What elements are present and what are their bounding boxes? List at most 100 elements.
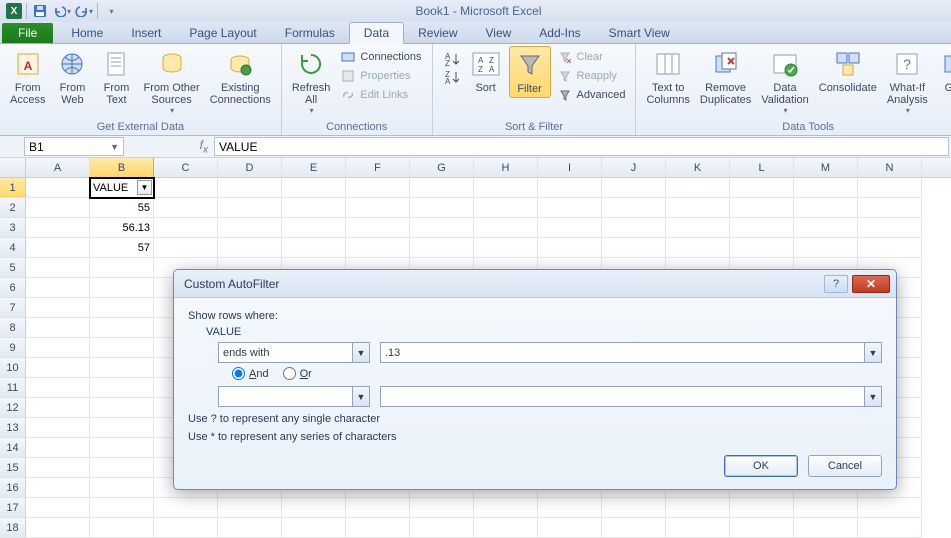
column-header-G[interactable]: G <box>410 158 474 177</box>
connections-button[interactable]: Connections <box>336 48 425 66</box>
cell-A7[interactable] <box>26 298 90 318</box>
cell-E17[interactable] <box>282 498 346 518</box>
cell-C2[interactable] <box>154 198 218 218</box>
cell-E2[interactable] <box>282 198 346 218</box>
cell-B9[interactable] <box>90 338 154 358</box>
row-header-14[interactable]: 14 <box>0 438 26 458</box>
cell-F17[interactable] <box>346 498 410 518</box>
cell-N4[interactable] <box>858 238 922 258</box>
group-button[interactable]: Gro <box>934 46 951 96</box>
row-header-5[interactable]: 5 <box>0 258 26 278</box>
cell-B6[interactable] <box>90 278 154 298</box>
from-access-button[interactable]: AFrom Access <box>6 46 49 108</box>
cell-B17[interactable] <box>90 498 154 518</box>
qat-redo-button[interactable]: ▾ <box>75 2 93 20</box>
from-web-button[interactable]: From Web <box>51 46 93 108</box>
cell-D18[interactable] <box>218 518 282 538</box>
column-header-B[interactable]: B <box>90 158 154 177</box>
cell-C4[interactable] <box>154 238 218 258</box>
cell-A6[interactable] <box>26 278 90 298</box>
cell-L17[interactable] <box>730 498 794 518</box>
cell-L4[interactable] <box>730 238 794 258</box>
row-header-8[interactable]: 8 <box>0 318 26 338</box>
cell-F18[interactable] <box>346 518 410 538</box>
from-text-button[interactable]: From Text <box>95 46 137 108</box>
sort-button[interactable]: AZZASort <box>465 46 507 96</box>
sort-asc-button[interactable]: AZ <box>439 50 463 68</box>
tab-data[interactable]: Data <box>349 22 404 44</box>
cell-L2[interactable] <box>730 198 794 218</box>
cell-M3[interactable] <box>794 218 858 238</box>
whatif-button[interactable]: ?What-If Analysis▾ <box>883 46 932 117</box>
cell-B16[interactable] <box>90 478 154 498</box>
cell-H17[interactable] <box>474 498 538 518</box>
cell-N1[interactable] <box>858 178 922 198</box>
cell-A8[interactable] <box>26 318 90 338</box>
cell-A5[interactable] <box>26 258 90 278</box>
or-radio[interactable]: Or <box>283 367 312 380</box>
cell-C1[interactable] <box>154 178 218 198</box>
column-header-H[interactable]: H <box>474 158 538 177</box>
cell-E4[interactable] <box>282 238 346 258</box>
cell-L18[interactable] <box>730 518 794 538</box>
existing-connections-button[interactable]: Existing Connections <box>206 46 275 108</box>
cell-D1[interactable] <box>218 178 282 198</box>
cell-N2[interactable] <box>858 198 922 218</box>
from-other-sources-button[interactable]: From Other Sources▾ <box>139 46 203 117</box>
cell-A3[interactable] <box>26 218 90 238</box>
column-header-L[interactable]: L <box>730 158 794 177</box>
cell-A14[interactable] <box>26 438 90 458</box>
edit-links-button[interactable]: Edit Links <box>336 86 425 104</box>
criteria2-operator-combo[interactable]: ▼ <box>218 386 370 407</box>
namebox-dropdown-icon[interactable]: ▼ <box>110 142 119 152</box>
row-header-6[interactable]: 6 <box>0 278 26 298</box>
cell-G3[interactable] <box>410 218 474 238</box>
row-header-3[interactable]: 3 <box>0 218 26 238</box>
criteria2-value-combo[interactable]: ▼ <box>380 386 882 407</box>
cell-I2[interactable] <box>538 198 602 218</box>
cell-I1[interactable] <box>538 178 602 198</box>
cell-F4[interactable] <box>346 238 410 258</box>
cell-K1[interactable] <box>666 178 730 198</box>
row-header-17[interactable]: 17 <box>0 498 26 518</box>
column-header-D[interactable]: D <box>218 158 282 177</box>
cell-A2[interactable] <box>26 198 90 218</box>
cell-C3[interactable] <box>154 218 218 238</box>
cell-D4[interactable] <box>218 238 282 258</box>
cell-K4[interactable] <box>666 238 730 258</box>
tab-file[interactable]: File <box>2 23 53 43</box>
filter-button[interactable]: Filter <box>509 46 551 98</box>
cancel-button[interactable]: Cancel <box>808 455 882 477</box>
cell-G1[interactable] <box>410 178 474 198</box>
cell-H2[interactable] <box>474 198 538 218</box>
cell-B7[interactable] <box>90 298 154 318</box>
and-radio[interactable]: And <box>232 367 269 380</box>
cell-B13[interactable] <box>90 418 154 438</box>
dialog-titlebar[interactable]: Custom AutoFilter ? ✕ <box>174 270 896 298</box>
tab-insert[interactable]: Insert <box>117 23 175 43</box>
column-header-M[interactable]: M <box>794 158 858 177</box>
column-header-A[interactable]: A <box>26 158 90 177</box>
cell-I4[interactable] <box>538 238 602 258</box>
cell-D3[interactable] <box>218 218 282 238</box>
tab-review[interactable]: Review <box>404 23 471 43</box>
column-header-K[interactable]: K <box>666 158 730 177</box>
cell-M2[interactable] <box>794 198 858 218</box>
cell-N18[interactable] <box>858 518 922 538</box>
qat-undo-button[interactable]: ▾ <box>53 2 71 20</box>
cell-A10[interactable] <box>26 358 90 378</box>
cell-A16[interactable] <box>26 478 90 498</box>
cell-N17[interactable] <box>858 498 922 518</box>
cell-J4[interactable] <box>602 238 666 258</box>
cell-M18[interactable] <box>794 518 858 538</box>
cell-G17[interactable] <box>410 498 474 518</box>
cell-J17[interactable] <box>602 498 666 518</box>
cell-B12[interactable] <box>90 398 154 418</box>
tab-view[interactable]: View <box>472 23 526 43</box>
column-header-J[interactable]: J <box>602 158 666 177</box>
cell-A17[interactable] <box>26 498 90 518</box>
cell-I18[interactable] <box>538 518 602 538</box>
row-header-13[interactable]: 13 <box>0 418 26 438</box>
cell-N3[interactable] <box>858 218 922 238</box>
criteria1-operator-combo[interactable]: ends with▼ <box>218 342 370 363</box>
